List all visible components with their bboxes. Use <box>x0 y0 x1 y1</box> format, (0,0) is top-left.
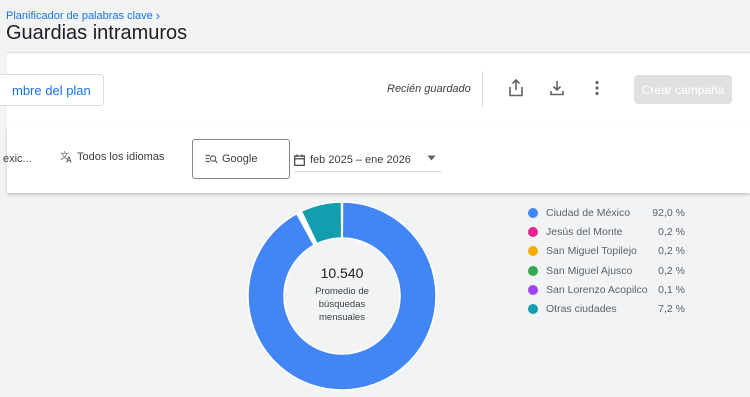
donut-center: 10.540 Promedio de búsquedas mensuales <box>246 200 438 392</box>
legend-item[interactable]: Otras ciudades 7,2 % <box>528 299 698 318</box>
legend-value: 0,1 % <box>658 283 685 296</box>
dropdown-arrow-icon <box>427 155 436 161</box>
toolbar-divider <box>482 71 483 107</box>
plan-toolbar: mbre del plan Recién guardado Crear camp… <box>0 52 750 128</box>
chart-legend: Ciudad de México 92,0 % Jesús del Monte 0,2… <box>528 203 698 319</box>
donut-total-label: Promedio de búsquedas mensuales <box>315 285 369 323</box>
download-icon[interactable] <box>546 77 568 99</box>
legend-item[interactable]: Ciudad de México 92,0 % <box>528 203 698 222</box>
legend-item[interactable]: San Miguel Ajusco 0,2 % <box>528 261 698 280</box>
legend-value: 0,2 % <box>658 264 685 277</box>
network-filter[interactable]: Google <box>192 139 290 179</box>
more-vert-icon[interactable] <box>586 77 608 99</box>
network-label: Google <box>222 153 258 165</box>
translate-icon: 文 A <box>60 150 72 164</box>
legend-swatch <box>528 207 538 218</box>
legend-value: 0,2 % <box>658 225 685 238</box>
breadcrumb[interactable]: Planificador de palabras clave › <box>6 9 160 22</box>
create-campaign-button[interactable]: Crear campaña <box>634 75 732 104</box>
legend-swatch <box>528 284 538 295</box>
svg-text:A: A <box>66 156 72 164</box>
legend-value: 92,0 % <box>652 206 685 219</box>
search-network-icon <box>205 154 218 164</box>
date-range-filter[interactable]: feb 2025 – ene 2026 <box>294 149 442 172</box>
language-filter[interactable]: 文 A Todos los idiomas <box>60 150 164 163</box>
donut-total-value: 10.540 <box>320 264 364 281</box>
legend-value: 0,2 % <box>658 245 685 258</box>
chevron-right-icon: › <box>155 8 161 23</box>
legend-swatch <box>528 246 538 257</box>
date-range-label: feb 2025 – ene 2026 <box>310 154 411 166</box>
legend-item[interactable]: San Lorenzo Acopilco 0,1 % <box>528 280 698 299</box>
saved-status: Recién guardado <box>387 83 471 95</box>
legend-value: 7,2 % <box>658 303 685 316</box>
share-icon[interactable] <box>505 77 527 99</box>
filter-bar: exic... 文 A Todos los idiomas Google feb… <box>3 127 750 193</box>
keyword-planner-page: Planificador de palabras clave › Guardia… <box>0 0 750 397</box>
location-filter[interactable]: exic... <box>3 153 32 165</box>
plan-name-label: mbre del plan <box>12 82 91 98</box>
legend-item[interactable]: Jesús del Monte 0,2 % <box>528 222 698 241</box>
calendar-icon <box>294 154 305 166</box>
plan-name-button[interactable]: mbre del plan <box>0 74 104 106</box>
legend-swatch <box>528 304 538 315</box>
create-campaign-label: Crear campaña <box>641 82 725 97</box>
breadcrumb-link[interactable]: Planificador de palabras clave <box>6 10 153 22</box>
page-title: Guardias intramuros <box>6 22 188 44</box>
legend-swatch <box>528 226 538 237</box>
location-donut-chart: 10.540 Promedio de búsquedas mensuales <box>246 200 438 392</box>
language-label: Todos los idiomas <box>77 150 165 163</box>
legend-swatch <box>528 265 538 276</box>
legend-item[interactable]: San Miguel Topilejo 0,2 % <box>528 242 698 261</box>
